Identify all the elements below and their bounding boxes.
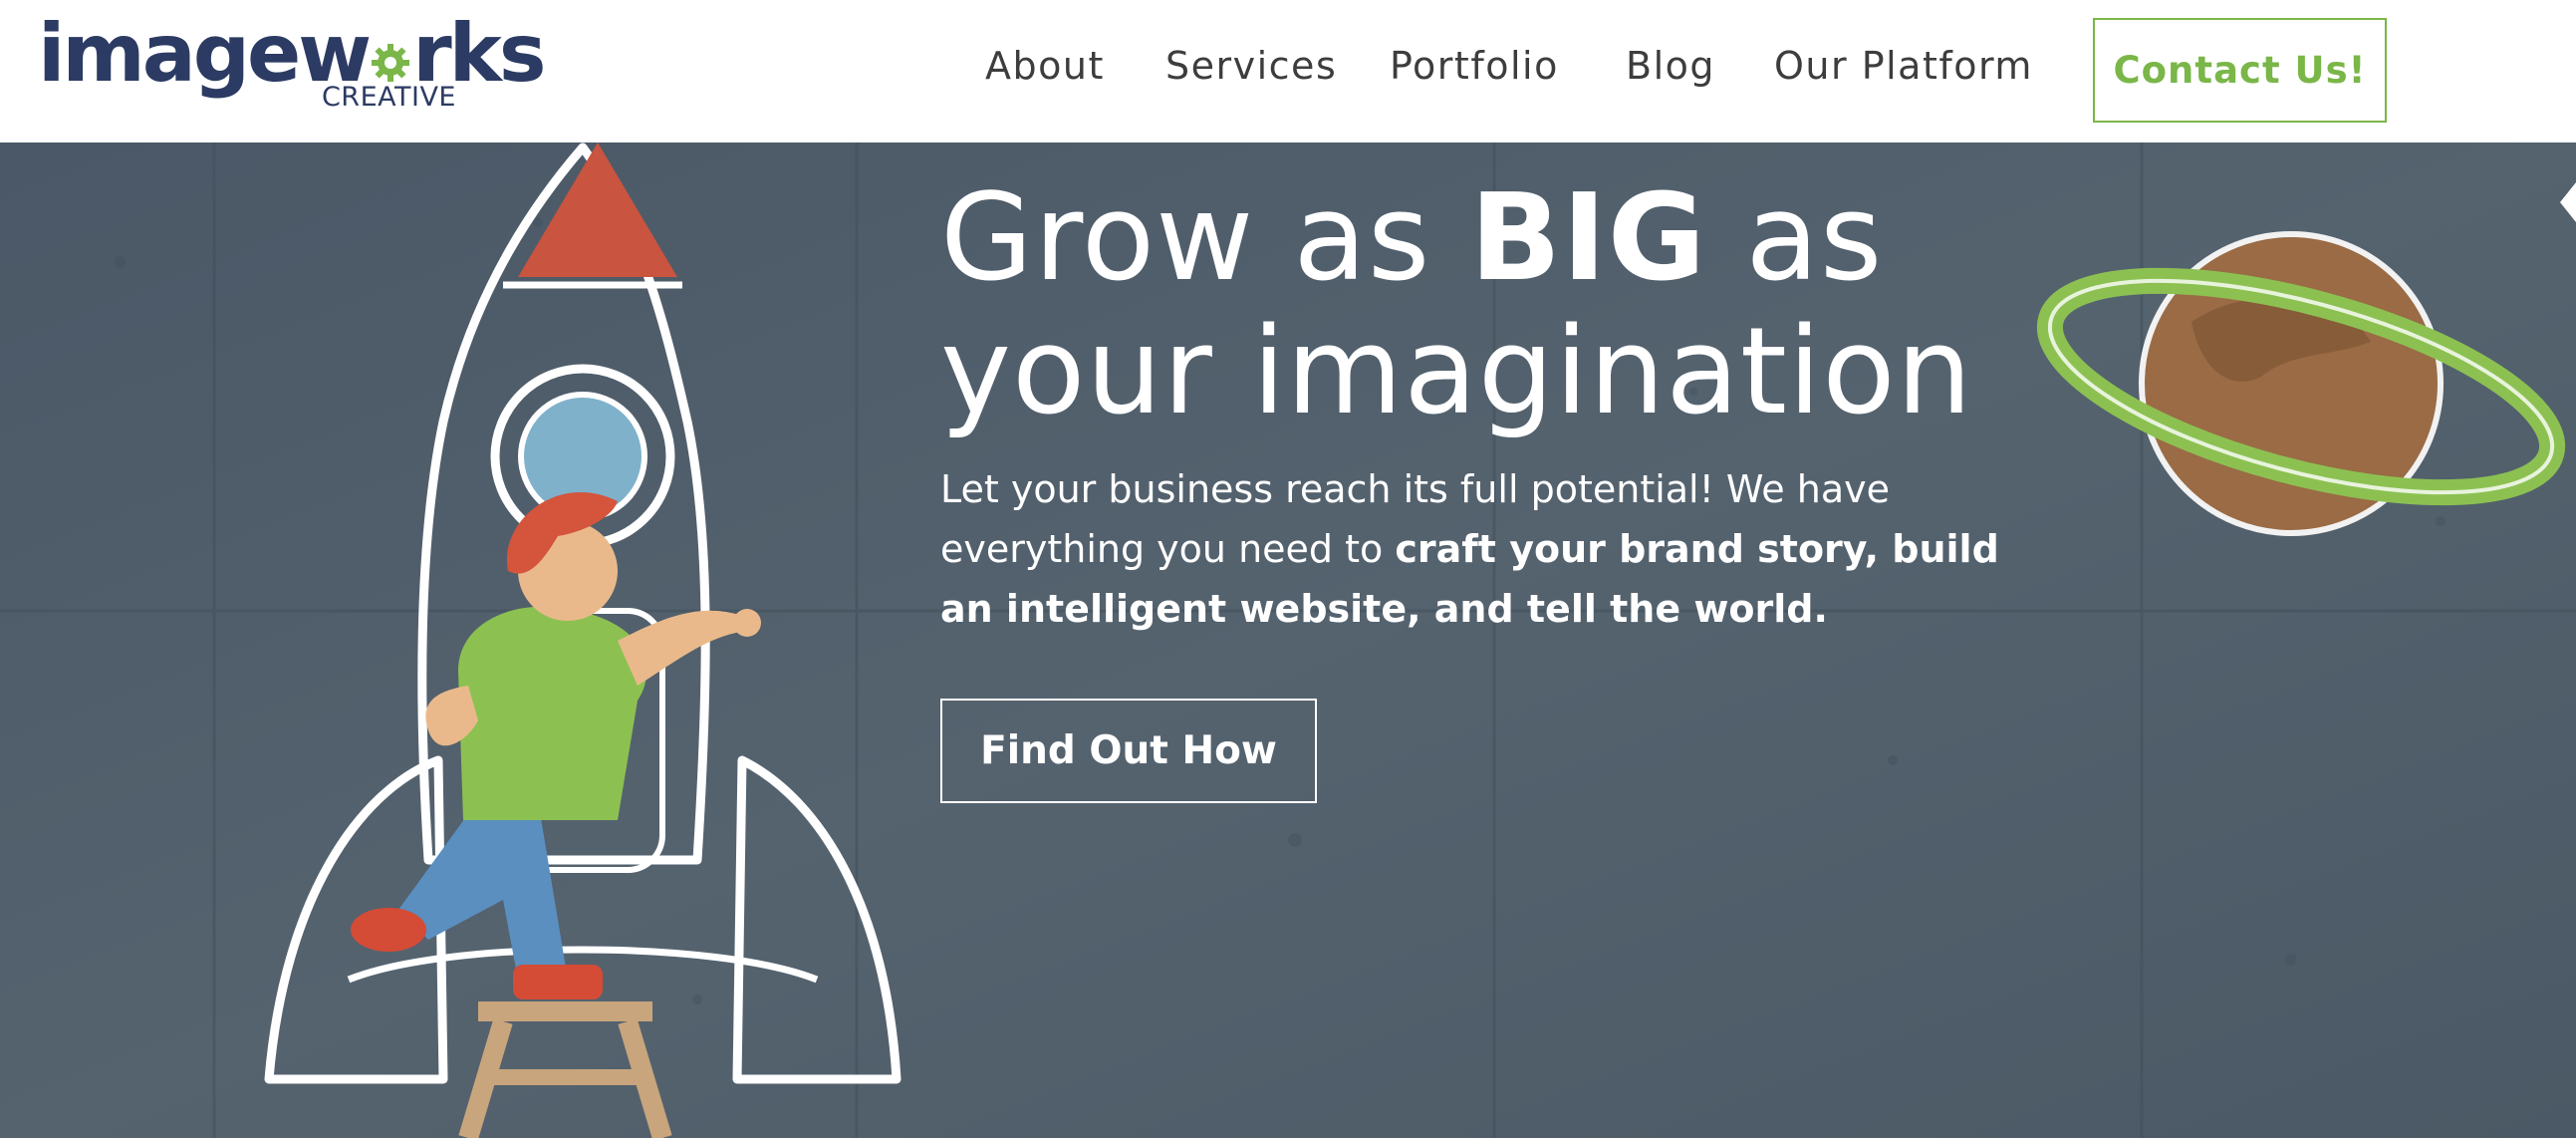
- nav-item-services[interactable]: Services: [1165, 44, 1337, 88]
- planet-illustration: [2036, 231, 2566, 536]
- headline-part: as: [1706, 169, 1884, 308]
- hero-headline: Grow as BIG as your imagination: [940, 172, 1973, 439]
- nav-item-portfolio[interactable]: Portfolio: [1390, 44, 1559, 88]
- nav-item-blog[interactable]: Blog: [1626, 44, 1715, 88]
- headline-part: Grow as: [940, 169, 1470, 308]
- hero-subtext: Let your business reach its full potenti…: [940, 459, 2046, 639]
- contact-us-button[interactable]: Contact Us!: [2093, 18, 2387, 123]
- nav-item-about[interactable]: About: [985, 44, 1105, 88]
- site-header: imagew rks CREATIVE About Services Portfo…: [0, 0, 2576, 142]
- nav-item-our-platform[interactable]: Our Platform: [1774, 44, 2033, 88]
- main-nav: About Services Portfolio Blog Our Platfo…: [0, 0, 2576, 142]
- hero-section: Grow as BIG as your imagination Let your …: [0, 142, 2576, 1138]
- headline-emphasis: BIG: [1469, 169, 1707, 308]
- star-icon: [2560, 182, 2576, 222]
- headline-line-2: your imagination: [940, 303, 1973, 441]
- find-out-how-button[interactable]: Find Out How: [940, 699, 1317, 803]
